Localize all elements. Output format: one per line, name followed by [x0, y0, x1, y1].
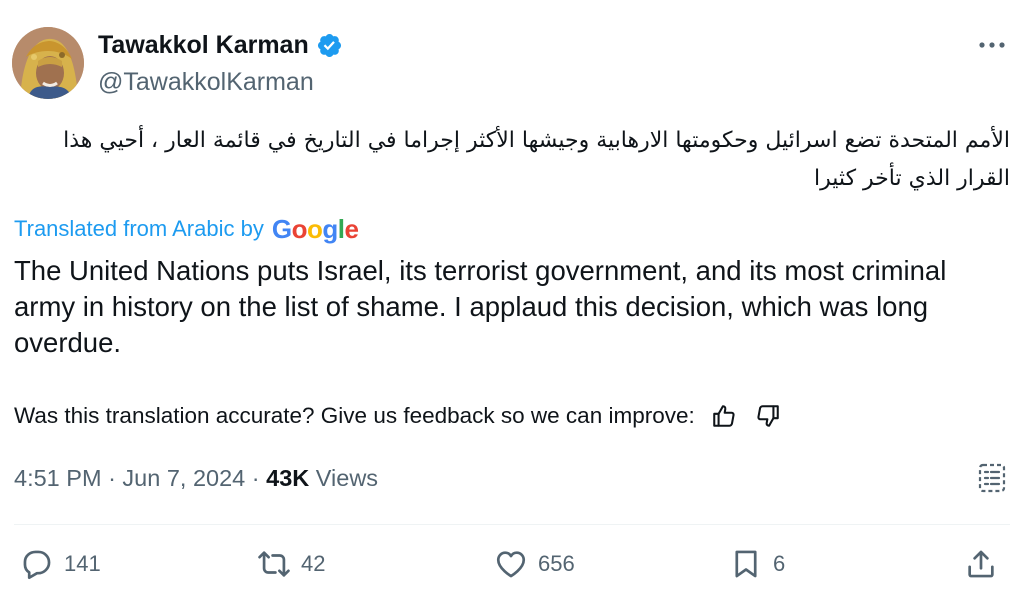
avatar-image: [12, 27, 84, 99]
tweet-meta: 4:51 PM · Jun 7, 2024 · 43K Views: [14, 462, 378, 494]
view-analytics-icon[interactable]: [974, 460, 1010, 496]
translated-from-link[interactable]: Translated from Arabic by: [14, 214, 264, 244]
reply-icon: [23, 550, 51, 580]
author-name[interactable]: Tawakkol Karman: [98, 30, 309, 60]
meta-separator: ·: [108, 465, 116, 491]
like-count: 656: [538, 551, 575, 576]
google-logo: Google: [272, 214, 359, 244]
tweet-translation-text: The United Nations puts Israel, its terr…: [14, 255, 947, 358]
like-button[interactable]: 656: [494, 547, 575, 581]
tweet-date[interactable]: Jun 7, 2024: [122, 465, 245, 491]
heart-icon: [496, 551, 526, 578]
google-letter: o: [306, 214, 323, 244]
avatar[interactable]: [12, 27, 84, 99]
reply-button[interactable]: 141: [20, 547, 101, 581]
google-letter: g: [322, 214, 338, 244]
repost-button[interactable]: 42: [257, 547, 325, 581]
more-options-icon[interactable]: [975, 28, 1009, 62]
author-handle[interactable]: @TawakkolKarman: [98, 67, 314, 97]
share-button[interactable]: [964, 547, 998, 581]
translation-feedback-prompt: Was this translation accurate? Give us f…: [14, 403, 695, 428]
tweet-time[interactable]: 4:51 PM: [14, 465, 102, 491]
google-letter: G: [271, 214, 292, 244]
tweet-original-text: الأمم المتحدة تضع اسرائيل وحكومتها الاره…: [63, 128, 1010, 191]
google-letter: e: [344, 214, 359, 244]
views-count: 43K: [266, 465, 310, 491]
thumbs-down-icon[interactable]: [753, 401, 783, 431]
share-icon: [968, 550, 994, 578]
verified-badge-icon[interactable]: [316, 32, 343, 59]
bookmark-count: 6: [773, 551, 786, 576]
bookmark-icon: [735, 550, 757, 578]
reply-count: 141: [64, 551, 101, 576]
repost-icon: [258, 551, 290, 577]
thumbs-up-icon[interactable]: [709, 401, 739, 431]
google-letter: o: [291, 214, 308, 244]
repost-count: 42: [301, 551, 326, 576]
divider: [14, 524, 1010, 525]
views-label: Views: [315, 465, 379, 491]
bookmark-button[interactable]: 6: [729, 547, 785, 581]
meta-separator: ·: [251, 465, 260, 491]
